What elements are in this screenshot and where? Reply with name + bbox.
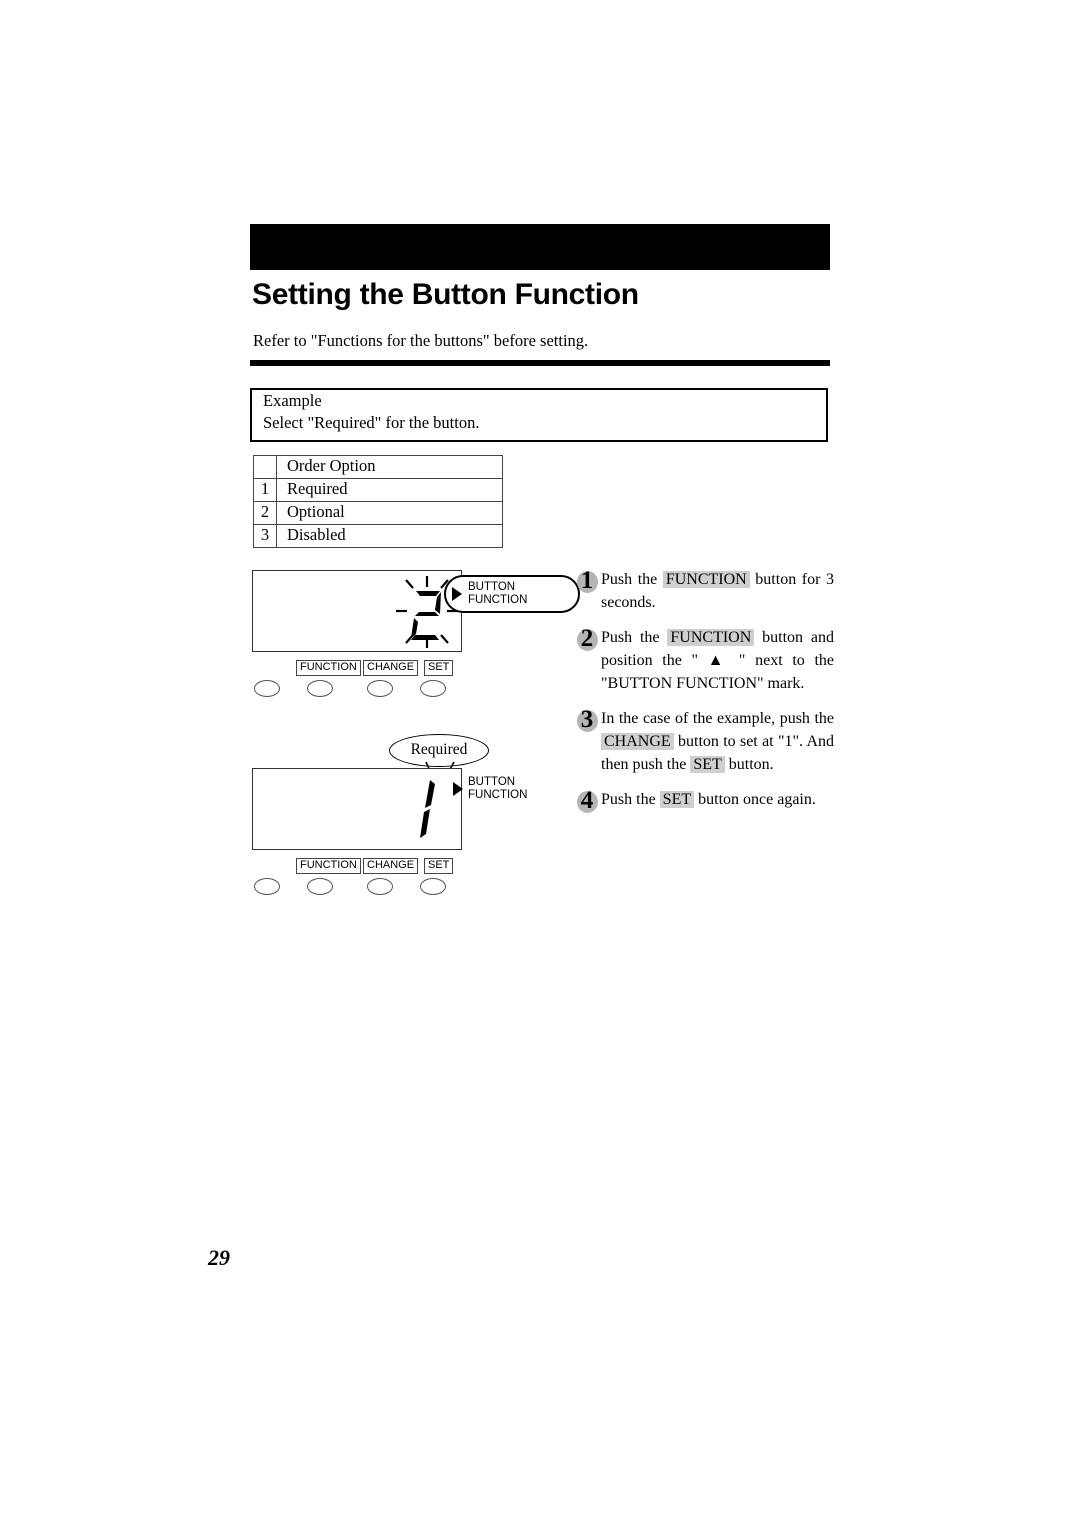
button-label-change[interactable]: CHANGE xyxy=(363,858,419,874)
step-number-badge: 4 xyxy=(576,788,598,814)
button-label-function[interactable]: FUNCTION xyxy=(296,858,361,874)
instruction-steps: 1 Push the FUNCTION button for 3 seconds.… xyxy=(576,568,834,823)
button-function-line-1: BUTTON xyxy=(468,776,516,788)
button-knob-change[interactable] xyxy=(367,680,393,697)
keyword-set: SET xyxy=(690,756,725,773)
step-text: Push the FUNCTION button for 3 seconds. xyxy=(601,571,834,611)
step-text: Push the SET button once again. xyxy=(601,791,816,808)
table-header-row: Order Option xyxy=(253,455,503,479)
button-function-line-2: FUNCTION xyxy=(468,594,528,606)
page-number: 29 xyxy=(208,1245,230,1270)
button-row: FUNCTION CHANGE SET xyxy=(252,858,467,898)
table-cell-index: 3 xyxy=(253,524,277,548)
button-label-function[interactable]: FUNCTION xyxy=(296,660,361,676)
page-title: Setting the Button Function xyxy=(252,278,639,311)
table-header-option: Order Option xyxy=(276,455,503,479)
button-function-line-1: BUTTON xyxy=(468,581,516,593)
intro-text: Refer to "Functions for the buttons" bef… xyxy=(253,331,589,350)
header-rule xyxy=(250,360,830,366)
order-option-table: Order Option 1 Required 2 Optional 3 Disabled xyxy=(253,455,503,548)
button-knob-power[interactable] xyxy=(254,680,280,697)
button-function-marker-label: BUTTON FUNCTION xyxy=(468,581,527,607)
button-function-marker-label: BUTTON FUNCTION xyxy=(468,776,527,802)
button-knob-function[interactable] xyxy=(307,878,333,895)
table-cell-option: Required xyxy=(276,478,503,502)
button-function-line-2: FUNCTION xyxy=(468,789,528,801)
button-label-change[interactable]: CHANGE xyxy=(363,660,419,676)
table-cell-index: 1 xyxy=(253,478,277,502)
table-row: 2 Optional xyxy=(253,501,503,525)
example-sentence: Select "Required" for the button. xyxy=(263,413,480,432)
triangle-pointer-icon xyxy=(453,782,463,796)
button-knob-set[interactable] xyxy=(420,680,446,697)
header-black-bar xyxy=(250,224,830,270)
button-row: FUNCTION CHANGE SET xyxy=(252,660,467,700)
button-label-set[interactable]: SET xyxy=(424,660,454,676)
seven-segment-digit-1 xyxy=(412,778,446,849)
step-number-badge: 2 xyxy=(576,626,598,652)
table-cell-option: Optional xyxy=(276,501,503,525)
step-text: In the case of the example, push the CHA… xyxy=(601,710,834,773)
button-knob-set[interactable] xyxy=(420,878,446,895)
table-header-index xyxy=(253,455,277,479)
step-number-badge: 1 xyxy=(576,568,598,594)
button-label-set[interactable]: SET xyxy=(424,858,454,874)
step-number-badge: 3 xyxy=(576,707,598,733)
keyword-change: CHANGE xyxy=(601,733,674,750)
instruction-step: 4 Push the SET button once again. xyxy=(576,788,834,814)
instruction-step: 3 In the case of the example, push the CH… xyxy=(576,707,834,776)
table-row: 1 Required xyxy=(253,478,503,502)
triangle-pointer-icon xyxy=(452,587,462,601)
instruction-step: 2 Push the FUNCTION button and position t… xyxy=(576,626,834,695)
keyword-function: FUNCTION xyxy=(667,629,755,646)
button-knob-function[interactable] xyxy=(307,680,333,697)
table-row: 3 Disabled xyxy=(253,524,503,548)
table-cell-index: 2 xyxy=(253,501,277,525)
example-label: Example xyxy=(263,391,322,410)
instruction-step: 1 Push the FUNCTION button for 3 seconds. xyxy=(576,568,834,614)
table-cell-option: Disabled xyxy=(276,524,503,548)
keyword-set: SET xyxy=(659,791,695,808)
keyword-function: FUNCTION xyxy=(662,571,750,588)
button-knob-power[interactable] xyxy=(254,878,280,895)
button-knob-change[interactable] xyxy=(367,878,393,895)
step-text: Push the FUNCTION button and position th… xyxy=(601,629,834,692)
